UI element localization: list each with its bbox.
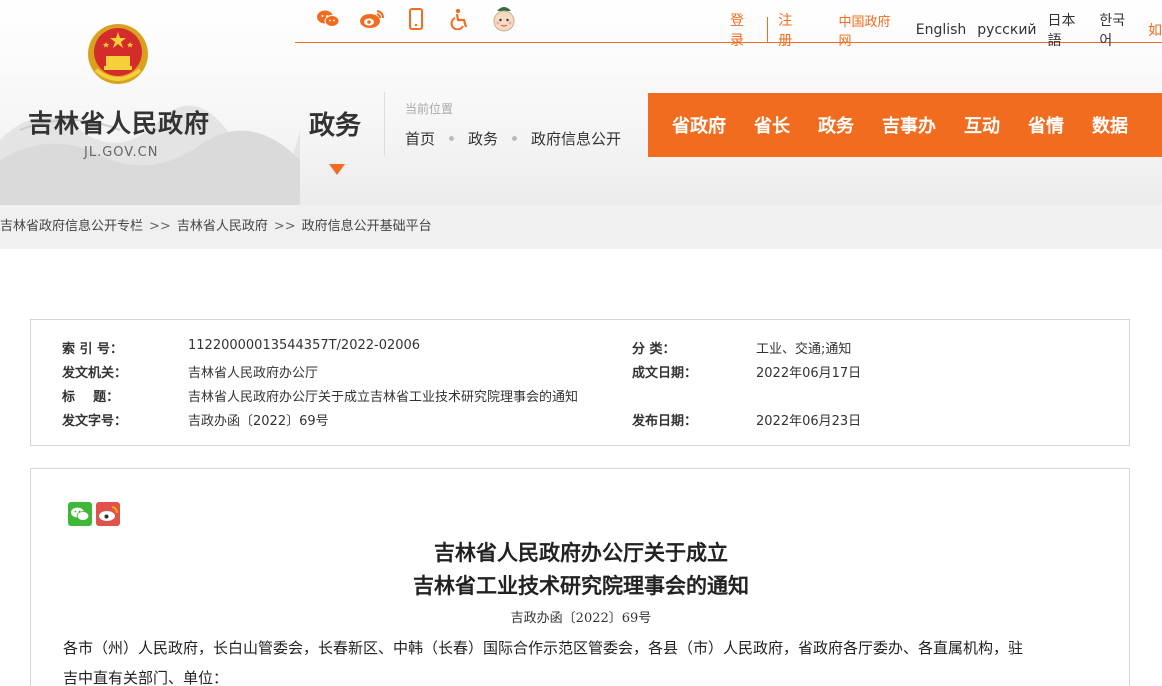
title-label: 标 题： bbox=[62, 390, 120, 405]
body-line: 各市（州）人民政府，长白山管委会，长春新区、中韩（长春）国际合作示范区管委会，各… bbox=[63, 639, 1024, 657]
section-indicator-arrow bbox=[329, 164, 345, 175]
location-crumb-home[interactable]: 首页 bbox=[405, 128, 435, 149]
share-weibo-icon[interactable] bbox=[96, 502, 120, 526]
breadcrumb: 吉林省政府信息公开专栏 >> 吉林省人民政府 >> 政府信息公开基础平台 bbox=[0, 205, 1162, 249]
body-line: 吉中直有关部门、单位： bbox=[63, 669, 229, 686]
index-label: 索 引 号： bbox=[62, 342, 124, 357]
doc-number-value: 吉政办函〔2022〕69号 bbox=[188, 414, 329, 429]
accessibility-icon[interactable] bbox=[438, 5, 482, 33]
site-header: 吉林省人民政府 JL.GOV.CN 政务 当前位置 首页 政务 政府信息公开 登… bbox=[0, 0, 1162, 205]
nav-item-province-info[interactable]: 省情 bbox=[1028, 112, 1064, 138]
header-divider bbox=[384, 92, 385, 156]
lang-english-link[interactable]: English bbox=[916, 22, 967, 38]
location-breadcrumb: 首页 政务 政府信息公开 bbox=[405, 128, 621, 149]
document-metadata: 索 引 号： 11220000013544357T/2022-02006 分 类… bbox=[30, 319, 1130, 446]
breadcrumb-separator: >> bbox=[149, 219, 171, 234]
cn-gov-link[interactable]: 中国政府网 bbox=[838, 11, 901, 49]
register-link[interactable]: 注册 bbox=[778, 10, 805, 50]
document-title-line-2: 吉林省工业技术研究院理事会的通知 bbox=[413, 573, 749, 598]
mascot-icon[interactable] bbox=[482, 5, 526, 33]
written-date-value: 2022年06月17日 bbox=[756, 366, 862, 381]
login-divider bbox=[767, 17, 769, 43]
published-date-value: 2022年06月23日 bbox=[756, 414, 862, 429]
category-value: 工业、交通;通知 bbox=[756, 342, 852, 357]
document-number: 吉政办函〔2022〕69号 bbox=[510, 611, 652, 626]
nav-item-affairs[interactable]: 政务 bbox=[818, 112, 854, 138]
issuer-value: 吉林省人民政府办公厅 bbox=[188, 366, 319, 381]
location-crumb-affairs[interactable]: 政务 bbox=[468, 128, 498, 149]
lang-russian-link[interactable]: русский bbox=[977, 22, 1036, 38]
written-date-label: 成文日期： bbox=[632, 366, 698, 381]
nav-item-provincial-government[interactable]: 省政府 bbox=[672, 112, 726, 138]
nav-item-data[interactable]: 数据 bbox=[1092, 112, 1128, 138]
lang-korean-link[interactable]: 한국어 bbox=[1099, 10, 1137, 50]
lang-japanese-link[interactable]: 日本語 bbox=[1048, 10, 1089, 50]
share-buttons bbox=[68, 502, 120, 526]
doc-number-label: 发文字号： bbox=[62, 414, 128, 429]
category-label: 分 类： bbox=[632, 342, 676, 357]
crumb-dot bbox=[449, 136, 455, 141]
mobile-icon[interactable] bbox=[394, 5, 438, 33]
topbar-icons bbox=[306, 5, 526, 33]
location-label: 当前位置 bbox=[405, 102, 454, 116]
weibo-icon[interactable] bbox=[350, 5, 394, 33]
national-emblem-icon bbox=[88, 24, 148, 84]
main-nav: 省政府 省长 政务 吉事办 互动 省情 数据 bbox=[648, 93, 1162, 157]
published-date-label: 发布日期： bbox=[632, 414, 698, 429]
section-title: 政务 bbox=[309, 111, 362, 141]
breadcrumb-item-info-column[interactable]: 吉林省政府信息公开专栏 bbox=[0, 219, 143, 234]
issuer-label: 发文机关： bbox=[62, 366, 128, 381]
breadcrumb-item-government[interactable]: 吉林省人民政府 bbox=[177, 219, 268, 234]
wechat-icon[interactable] bbox=[306, 5, 350, 33]
login-link[interactable]: 登录 bbox=[730, 10, 757, 50]
site-name[interactable]: 吉林省人民政府 bbox=[28, 104, 210, 140]
breadcrumb-separator: >> bbox=[273, 219, 296, 234]
nav-item-services[interactable]: 吉事办 bbox=[882, 112, 936, 138]
document-content: 吉林省人民政府办公厅关于成立 吉林省工业技术研究院理事会的通知 吉政办函〔202… bbox=[30, 468, 1130, 686]
cut-off-link[interactable]: 如 bbox=[1148, 20, 1162, 40]
crumb-dot bbox=[512, 136, 518, 141]
document-body: 各市（州）人民政府，长白山管委会，长春新区、中韩（长春）国际合作示范区管委会，各… bbox=[63, 633, 1103, 686]
nav-item-governor[interactable]: 省长 bbox=[754, 112, 790, 138]
title-value: 吉林省人民政府办公厅关于成立吉林省工业技术研究院理事会的通知 bbox=[188, 390, 579, 405]
index-value: 11220000013544357T/2022-02006 bbox=[188, 338, 421, 353]
location-crumb-info-public[interactable]: 政府信息公开 bbox=[531, 128, 621, 149]
nav-item-interaction[interactable]: 互动 bbox=[964, 112, 1000, 138]
topbar-links: 登录 注册 中国政府网 English русский 日本語 한국어 如 bbox=[730, 10, 1162, 50]
share-wechat-icon[interactable] bbox=[68, 502, 92, 526]
breadcrumb-item-platform[interactable]: 政府信息公开基础平台 bbox=[302, 219, 432, 234]
site-domain: JL.GOV.CN bbox=[84, 145, 159, 160]
document-title-line-1: 吉林省人民政府办公厅关于成立 bbox=[434, 540, 728, 565]
